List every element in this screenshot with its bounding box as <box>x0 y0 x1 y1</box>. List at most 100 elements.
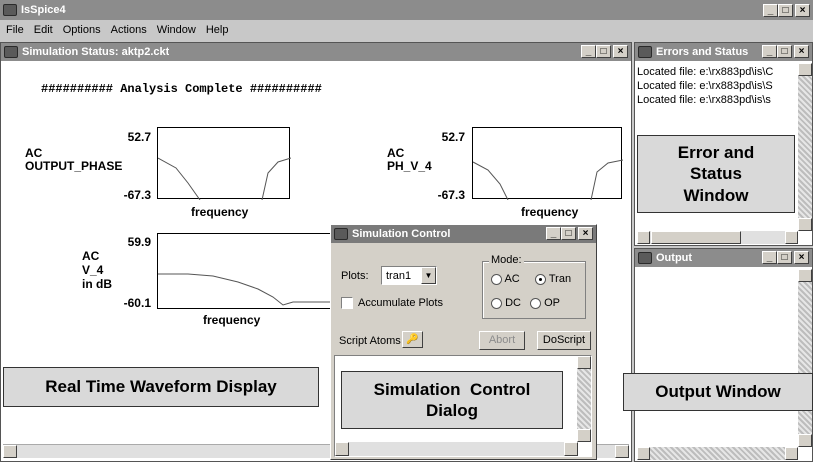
close-button[interactable]: × <box>794 45 809 58</box>
scroll-right-arrow[interactable] <box>564 442 578 456</box>
simulation-status-title: Simulation Status: aktp2.ckt <box>22 46 170 58</box>
callout-line: Simulation Control <box>373 379 531 399</box>
scroll-up-arrow[interactable] <box>798 269 812 282</box>
mode-ac-label: AC <box>504 273 520 285</box>
minimize-button[interactable]: _ <box>763 4 778 17</box>
plot-label-line1: AC <box>387 146 405 160</box>
scroll-left-arrow[interactable] <box>637 231 650 244</box>
menu-actions[interactable]: Actions <box>111 24 147 40</box>
waveform-trace <box>158 157 291 200</box>
script-atoms-button[interactable]: 🔑 <box>402 331 423 348</box>
log-line: Located file: e:\rx883pd\is\s <box>637 94 771 106</box>
scroll-left-arrow[interactable] <box>3 445 17 458</box>
analysis-banner: ########## Analysis Complete ########## <box>41 82 322 96</box>
plot-label-line1: AC <box>25 146 43 160</box>
menu-file[interactable]: File <box>6 24 24 40</box>
mode-dc-radio[interactable]: DC <box>491 297 521 309</box>
error-log: Located file: e:\rx883pd\is\C Located fi… <box>637 65 797 107</box>
menu-help[interactable]: Help <box>206 24 229 40</box>
menu-options[interactable]: Options <box>63 24 101 40</box>
scroll-left-arrow[interactable] <box>637 447 650 460</box>
radio-dc[interactable] <box>491 297 502 309</box>
scroll-thumb[interactable] <box>651 231 741 244</box>
scroll-up-arrow[interactable] <box>577 356 591 369</box>
plot-xlabel: frequency <box>203 313 261 327</box>
vertical-scrollbar[interactable] <box>798 63 812 231</box>
plot-label-line2: V_4 <box>82 263 104 277</box>
minimize-button[interactable]: _ <box>762 45 777 58</box>
plot-xlabel: frequency <box>191 205 249 219</box>
window-icon <box>334 228 348 240</box>
scroll-down-arrow[interactable] <box>798 218 812 231</box>
plot-top-value: 59.9 <box>127 235 151 249</box>
simulation-status-titlebar: Simulation Status: aktp2.ckt _ □ × <box>1 43 631 61</box>
radio-tran[interactable] <box>535 273 546 285</box>
radio-ac[interactable] <box>491 273 502 285</box>
plot-bottom-value: -60.1 <box>123 296 151 310</box>
maximize-button[interactable]: □ <box>777 251 792 264</box>
callout-line: Dialog <box>426 401 478 420</box>
menu-edit[interactable]: Edit <box>34 24 53 40</box>
scroll-right-arrow[interactable] <box>615 445 629 458</box>
output-window-callout: Output Window <box>623 373 813 411</box>
mode-ac-radio[interactable]: AC <box>491 273 520 285</box>
minimize-button[interactable]: _ <box>762 251 777 264</box>
simulation-control-callout: Simulation Control Dialog <box>341 371 563 429</box>
scroll-up-arrow[interactable] <box>798 63 812 76</box>
horizontal-scrollbar[interactable] <box>335 442 578 456</box>
window-icon <box>638 252 652 264</box>
radio-op[interactable] <box>530 297 541 309</box>
vertical-scrollbar[interactable] <box>798 269 812 447</box>
close-button[interactable]: × <box>613 45 628 58</box>
scroll-right-arrow[interactable] <box>785 447 798 460</box>
maximize-button[interactable]: □ <box>596 45 611 58</box>
callout-line: Error and <box>677 143 755 163</box>
maximize-button[interactable]: □ <box>778 4 793 17</box>
plot-label-line2: PH_V_4 <box>387 159 432 173</box>
close-button[interactable]: × <box>578 227 593 240</box>
mode-group <box>482 261 586 319</box>
mode-op-label: OP <box>544 297 560 309</box>
menu-window[interactable]: Window <box>157 24 196 40</box>
scroll-right-arrow[interactable] <box>785 231 798 244</box>
mode-op-radio[interactable]: OP <box>530 297 560 309</box>
log-line: Located file: e:\rx883pd\is\C <box>637 66 774 78</box>
abort-button[interactable]: Abort <box>479 331 525 350</box>
callout-line: Status <box>690 164 742 184</box>
log-line: Located file: e:\rx883pd\is\S <box>637 80 773 92</box>
close-button[interactable]: × <box>795 4 810 17</box>
plot-area <box>157 127 291 200</box>
minimize-button[interactable]: _ <box>581 45 596 58</box>
chevron-down-icon[interactable]: ▼ <box>421 267 436 284</box>
script-atoms-label: Script Atoms <box>339 335 401 347</box>
callout-text: Output Window <box>655 382 781 402</box>
abort-label: Abort <box>488 334 516 346</box>
mode-dc-label: DC <box>505 297 521 309</box>
mode-tran-label: Tran <box>548 273 572 285</box>
mode-tran-radio[interactable]: Tran <box>535 273 571 285</box>
scroll-left-arrow[interactable] <box>335 442 349 456</box>
horizontal-scrollbar[interactable] <box>637 231 798 244</box>
errors-status-window: Errors and Status _ □ × Located file: e:… <box>634 42 813 246</box>
accumulate-plots-checkbox[interactable] <box>341 297 353 309</box>
maximize-button[interactable]: □ <box>561 227 576 240</box>
plot-area <box>157 233 338 309</box>
plot-bottom-value: -67.3 <box>123 188 151 202</box>
scroll-down-arrow[interactable] <box>798 434 812 447</box>
minimize-button[interactable]: _ <box>546 227 561 240</box>
callout-text: Real Time Waveform Display <box>45 377 277 397</box>
horizontal-scrollbar[interactable] <box>637 447 798 460</box>
doscript-button[interactable]: DoScript <box>537 331 591 350</box>
app-icon <box>3 4 17 16</box>
errors-status-title: Errors and Status <box>656 46 749 58</box>
plots-select[interactable]: tran1 ▼ <box>381 266 437 285</box>
close-button[interactable]: × <box>794 251 809 264</box>
plot-area <box>472 127 623 200</box>
vertical-scrollbar[interactable] <box>577 356 591 442</box>
maximize-button[interactable]: □ <box>777 45 792 58</box>
plot-top-value: 52.7 <box>127 130 151 144</box>
window-icon <box>638 46 652 58</box>
plots-select-value: tran1 <box>386 270 412 282</box>
scroll-down-arrow[interactable] <box>577 429 591 442</box>
menu-bar: File Edit Options Actions Window Help <box>6 24 238 40</box>
